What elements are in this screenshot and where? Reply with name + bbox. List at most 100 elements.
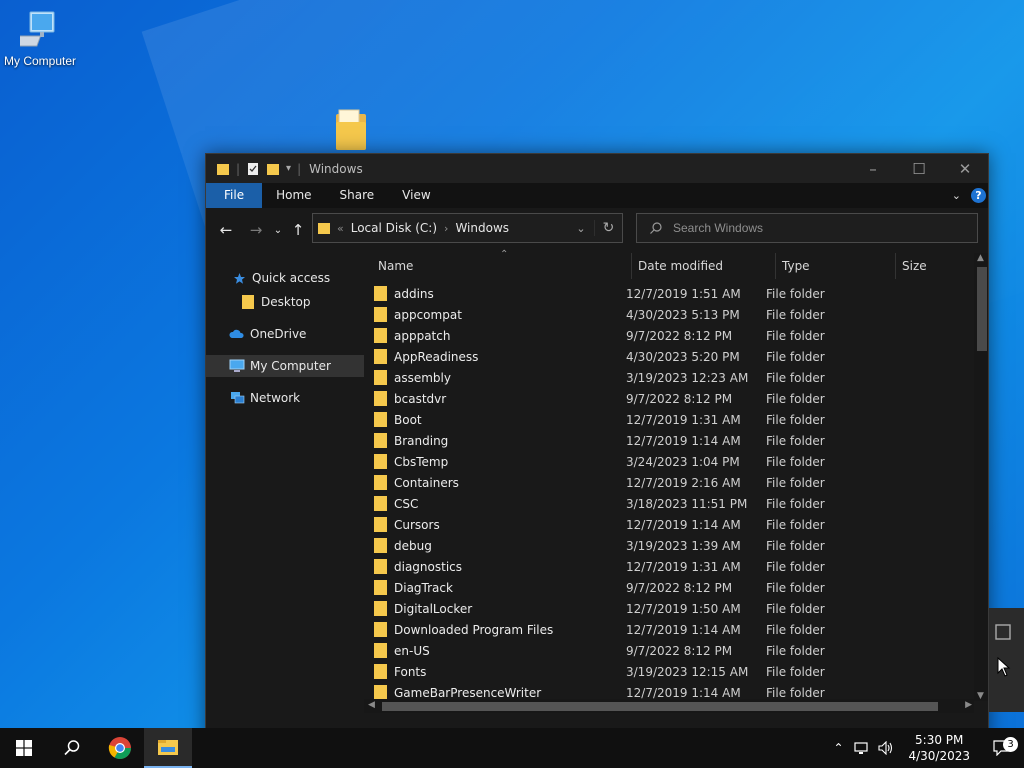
table-row[interactable]: Branding 12/7/2019 1:14 AM File folder (364, 430, 886, 451)
file-name-cell: Fonts (364, 664, 622, 679)
forward-button[interactable]: → (244, 218, 268, 242)
table-row[interactable]: DiagTrack 9/7/2022 8:12 PM File folder (364, 577, 886, 598)
file-name-cell: DigitalLocker (364, 601, 622, 616)
tab-share[interactable]: Share (326, 183, 389, 208)
tab-file[interactable]: File (206, 183, 263, 208)
table-row[interactable]: Fonts 3/19/2023 12:15 AM File folder (364, 661, 886, 682)
file-name: CbsTemp (394, 454, 449, 469)
file-name-cell: debug (364, 538, 622, 553)
folder-icon (374, 580, 387, 595)
vertical-scrollbar[interactable]: ▲ ▼ (974, 253, 988, 701)
nav-item-onedrive[interactable]: OneDrive (206, 323, 364, 345)
notification-count-badge: 3 (1003, 737, 1018, 752)
desktop-icon-my-computer[interactable]: My Computer (2, 10, 78, 68)
desktop-folder-icon[interactable] (334, 108, 368, 155)
column-header-date-modified[interactable]: Date modified (632, 253, 776, 279)
recent-locations-button[interactable]: ⌄ (270, 218, 286, 242)
horizontal-scrollbar[interactable]: ◀ ▶ (364, 699, 974, 713)
file-name: bcastdvr (394, 391, 447, 406)
file-name-cell: diagnostics (364, 559, 622, 574)
table-row[interactable]: apppatch 9/7/2022 8:12 PM File folder (364, 325, 886, 346)
date-modified-cell: 9/7/2022 8:12 PM (626, 391, 733, 406)
customize-toolbar-icon[interactable]: ▾ (286, 163, 291, 174)
table-row[interactable]: Containers 12/7/2019 2:16 AM File folder (364, 472, 886, 493)
address-dropdown-icon[interactable]: ⌄ (568, 222, 594, 235)
table-row[interactable]: appcompat 4/30/2023 5:13 PM File folder (364, 304, 886, 325)
table-row[interactable]: AppReadiness 4/30/2023 5:20 PM File folder (364, 346, 886, 367)
scroll-right-icon[interactable]: ▶ (965, 700, 972, 710)
table-row[interactable]: addins 12/7/2019 1:51 AM File folder (364, 283, 886, 304)
table-row[interactable]: bcastdvr 9/7/2022 8:12 PM File folder (364, 388, 886, 409)
refresh-icon[interactable]: ↻ (594, 220, 622, 236)
volume-icon[interactable] (874, 741, 898, 755)
table-row[interactable]: en-US 9/7/2022 8:12 PM File folder (364, 640, 886, 661)
file-explorer-icon (158, 740, 178, 755)
folder-icon (217, 163, 229, 175)
table-row[interactable]: CSC 3/18/2023 11:51 PM File folder (364, 493, 886, 514)
back-button[interactable]: ← (214, 218, 238, 242)
file-name-cell: AppReadiness (364, 349, 622, 364)
search-button[interactable] (48, 728, 96, 768)
table-row[interactable]: debug 3/19/2023 1:39 AM File folder (364, 535, 886, 556)
table-row[interactable]: Downloaded Program Files 12/7/2019 1:14 A… (364, 619, 886, 640)
taskbar-file-explorer[interactable] (144, 728, 192, 768)
table-row[interactable]: Cursors 12/7/2019 1:14 AM File folder (364, 514, 886, 535)
up-button[interactable]: ↑ (286, 218, 310, 242)
nav-item-desktop[interactable]: Desktop (206, 291, 364, 313)
maximize-button[interactable]: ☐ (896, 154, 942, 183)
search-box[interactable] (636, 213, 978, 243)
nav-item-quick-access[interactable]: Quick access (206, 267, 364, 289)
type-cell: File folder (766, 643, 825, 658)
tab-home[interactable]: Home (262, 183, 325, 208)
start-button[interactable] (0, 728, 48, 768)
table-row[interactable]: diagnostics 12/7/2019 1:31 AM File folder (364, 556, 886, 577)
table-row[interactable]: assembly 3/19/2023 12:23 AM File folder (364, 367, 886, 388)
column-header-name[interactable]: Name (364, 253, 632, 279)
date-modified-cell: 3/24/2023 1:04 PM (626, 454, 740, 469)
show-hidden-icons-icon[interactable]: ⌃ (826, 741, 850, 755)
scroll-down-icon[interactable]: ▼ (977, 691, 984, 701)
breadcrumb-drive[interactable]: Local Disk (C:) (351, 221, 437, 235)
column-header-type[interactable]: Type (776, 253, 896, 279)
new-folder-icon[interactable] (266, 162, 280, 176)
nav-item-network[interactable]: Network (206, 387, 364, 409)
type-cell: File folder (766, 391, 825, 406)
file-name-cell: assembly (364, 370, 622, 385)
clock[interactable]: 5:30 PM 4/30/2023 (898, 732, 980, 764)
vertical-scroll-thumb[interactable] (977, 267, 987, 351)
folder-icon (374, 496, 387, 511)
date-modified-cell: 3/19/2023 12:15 AM (626, 664, 749, 679)
close-button[interactable]: ✕ (942, 154, 988, 183)
toolbar-divider: | (236, 161, 241, 176)
file-name: DiagTrack (394, 580, 453, 595)
properties-icon[interactable] (246, 162, 260, 176)
address-bar[interactable]: « Local Disk (C:) › Windows ⌄ ↻ (312, 213, 623, 243)
tab-view[interactable]: View (388, 183, 444, 208)
date-modified-cell: 12/7/2019 1:51 AM (626, 286, 741, 301)
column-header-size[interactable]: Size (896, 253, 972, 279)
search-input[interactable] (673, 221, 953, 235)
action-center-icon[interactable]: 3 (980, 737, 1024, 756)
scroll-left-icon[interactable]: ◀ (368, 700, 375, 710)
date-modified-cell: 12/7/2019 1:14 AM (626, 685, 741, 700)
network-status-icon[interactable] (850, 741, 874, 755)
type-cell: File folder (766, 580, 825, 595)
table-row[interactable]: DigitalLocker 12/7/2019 1:50 AM File folde… (364, 598, 886, 619)
scroll-up-icon[interactable]: ▲ (977, 253, 984, 263)
folder-icon (374, 622, 387, 637)
taskbar-chrome[interactable] (96, 728, 144, 768)
title-bar: | ▾ | Windows – ☐ ✕ (206, 154, 988, 183)
file-name: addins (394, 286, 434, 301)
file-name-cell: addins (364, 286, 622, 301)
file-name: Boot (394, 412, 422, 427)
nav-item-my-computer[interactable]: My Computer (206, 355, 364, 377)
horizontal-scroll-thumb[interactable] (382, 702, 938, 711)
help-icon[interactable]: ? (971, 188, 986, 203)
expand-ribbon-icon[interactable]: ⌄ (952, 189, 961, 202)
file-name: debug (394, 538, 432, 553)
minimize-button[interactable]: – (850, 154, 896, 183)
table-row[interactable]: CbsTemp 3/24/2023 1:04 PM File folder (364, 451, 886, 472)
breadcrumb-folder[interactable]: Windows (455, 221, 509, 235)
file-name: GameBarPresenceWriter (394, 685, 542, 700)
table-row[interactable]: Boot 12/7/2019 1:31 AM File folder (364, 409, 886, 430)
